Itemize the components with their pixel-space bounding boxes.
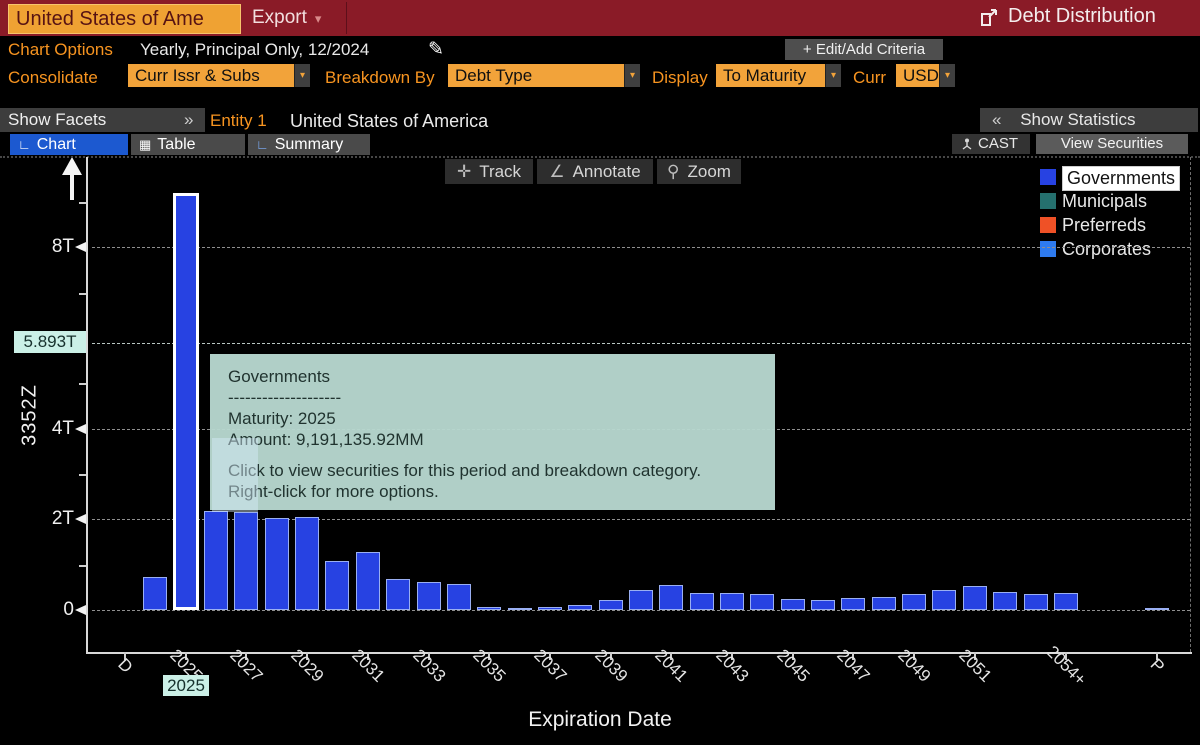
bar-2033[interactable] <box>417 582 441 610</box>
y-minor-tick <box>79 565 86 567</box>
y-minor-tick <box>79 293 86 295</box>
bar-2036[interactable] <box>508 608 532 610</box>
y-minor-tick <box>79 474 86 476</box>
bar-2034[interactable] <box>447 584 471 610</box>
crosshair-x-value-label: 2025 <box>163 675 209 696</box>
bar-2041[interactable] <box>659 585 683 610</box>
y-tick-label: 4T <box>22 418 74 440</box>
y-tick-label: 8T <box>22 236 74 258</box>
y-tick-marker-icon <box>75 514 86 524</box>
bar-2052[interactable] <box>993 592 1017 610</box>
y-gridline <box>92 247 1190 248</box>
hover-tooltip: Governments -------------------- Maturit… <box>210 354 775 510</box>
bar-2050[interactable] <box>932 590 956 610</box>
bar-2029[interactable] <box>295 517 319 610</box>
y-minor-tick <box>79 202 86 204</box>
bar-2032[interactable] <box>386 579 410 610</box>
bar-2035[interactable] <box>477 607 501 610</box>
tooltip-hint-rightclick: Right-click for more options. <box>228 481 775 502</box>
tooltip-amount: Amount: 9,191,135.92MM <box>228 429 775 450</box>
bar-2025[interactable] <box>173 193 199 610</box>
crosshair-line <box>92 343 1190 344</box>
tooltip-series-title: Governments <box>228 366 775 387</box>
bar-2044[interactable] <box>750 594 774 610</box>
bar-2043[interactable] <box>720 593 744 610</box>
crosshair-hover-band <box>212 438 258 512</box>
tooltip-divider: -------------------- <box>228 387 775 408</box>
bar-2040[interactable] <box>629 590 653 610</box>
crosshair-y-value-label: 5.893T <box>14 331 86 353</box>
x-tick-label: 2051 <box>938 629 1012 703</box>
x-tick-label: P <box>1120 629 1194 703</box>
bar-2039[interactable] <box>599 600 623 610</box>
bar-2049[interactable] <box>902 594 926 610</box>
bar-P[interactable] <box>1145 608 1169 610</box>
y-tick-marker-icon <box>75 242 86 252</box>
y-minor-tick <box>79 383 86 385</box>
bar-2045[interactable] <box>781 599 805 610</box>
bar-2053[interactable] <box>1024 594 1048 610</box>
bar-2037[interactable] <box>538 607 562 610</box>
bar-2047[interactable] <box>841 598 865 610</box>
tooltip-maturity: Maturity: 2025 <box>228 408 775 429</box>
debt-distribution-screen: United States of Ame Export▾ Debt Distri… <box>0 0 1200 745</box>
bar-2051[interactable] <box>963 586 987 610</box>
y-tick-marker-icon <box>75 605 86 615</box>
y-tick-label: 0 <box>22 599 74 621</box>
bar-2026[interactable] <box>204 511 228 610</box>
bar-2027[interactable] <box>234 512 258 610</box>
bar-2038[interactable] <box>568 605 592 610</box>
y-tick-label: 2T <box>22 508 74 530</box>
bar-2030[interactable] <box>325 561 349 610</box>
bar-2048[interactable] <box>872 597 896 610</box>
y-tick-marker-icon <box>75 424 86 434</box>
bar-2028[interactable] <box>265 518 289 610</box>
tooltip-hint-click: Click to view securities for this period… <box>228 460 775 481</box>
bar-2031[interactable] <box>356 552 380 610</box>
x-tick-label: 2054+ <box>1029 629 1103 703</box>
bar-2024[interactable] <box>143 577 167 610</box>
bar-2042[interactable] <box>690 593 714 610</box>
y-gridline <box>92 610 1190 611</box>
bar-2046[interactable] <box>811 600 835 610</box>
bar-2054+[interactable] <box>1054 593 1078 610</box>
